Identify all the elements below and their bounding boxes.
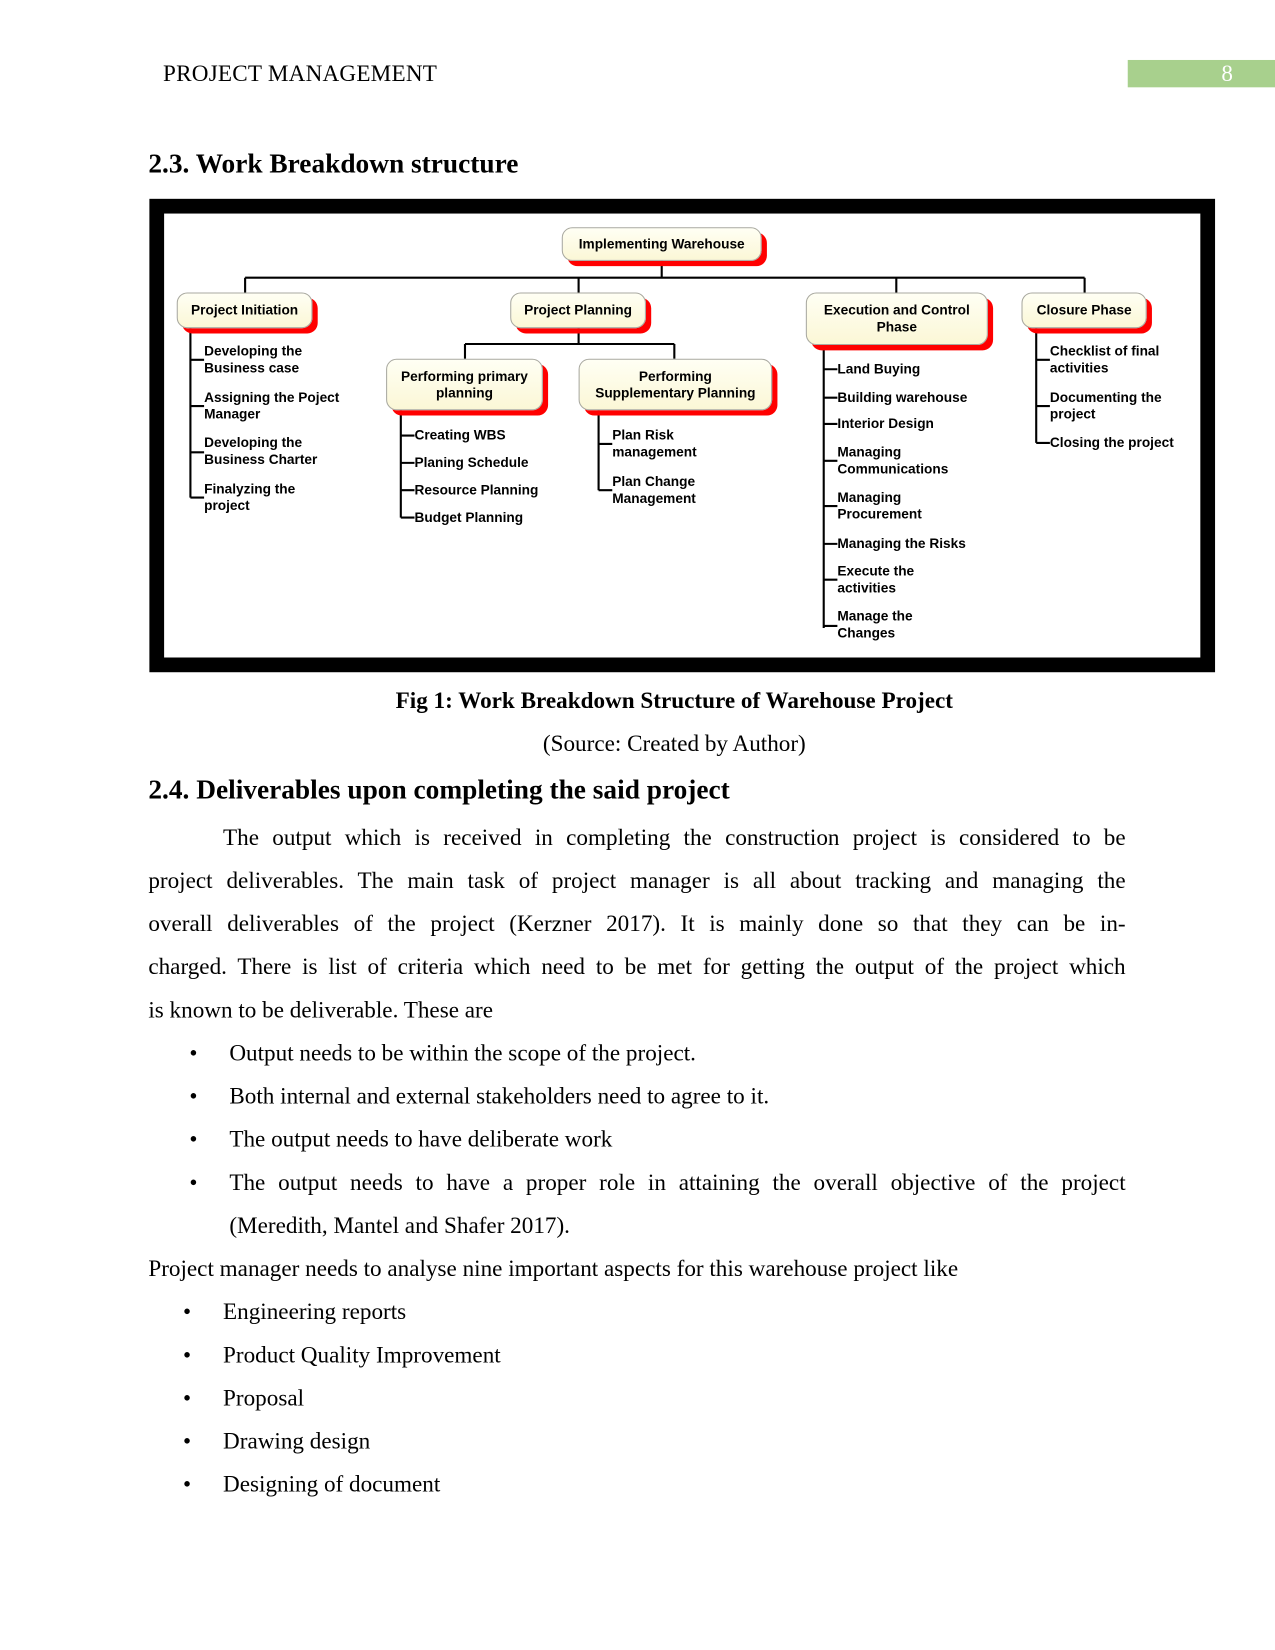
wbs-item: Creating WBS <box>414 427 506 443</box>
bullet-icon: • <box>189 1039 198 1066</box>
wbs-item: Building warehouse <box>837 389 968 406</box>
wbs-item: Budget Planning <box>414 509 524 525</box>
phase-box-closure: Closure Phase <box>1021 292 1147 329</box>
phase-box-initiation: Project Initiation <box>176 292 313 329</box>
figure-caption: Fig 1: Work Breakdown Structure of Wareh… <box>395 686 954 714</box>
criteria-item: The output needs to have deliberate work <box>229 1125 613 1152</box>
wbs-item: Planing Schedule <box>414 454 529 471</box>
bullet-icon: • <box>183 1298 192 1325</box>
wbs-item: Assigning the Poject Manager <box>204 389 340 422</box>
wbs-item: Finalyzing the project <box>204 480 296 514</box>
criteria-item-continuation: (Meredith, Mantel and Shafer 2017). <box>229 1211 570 1239</box>
paragraph-line: overall deliverables of the project (Ker… <box>148 909 1126 937</box>
aspect-item: Engineering reports <box>223 1298 407 1325</box>
subphase-box-primary: Performing primary planning <box>386 358 543 411</box>
wbs-item: Plan Change Management <box>612 473 696 507</box>
subphase-box-supplementary: Performing Supplementary Planning <box>578 358 773 411</box>
figure-source: (Source: Created by Author) <box>542 730 806 757</box>
criteria-item: Both internal and external stakeholders … <box>229 1082 770 1109</box>
aspects-intro: Project manager needs to analyse nine im… <box>148 1255 959 1282</box>
paragraph-line: The output which is received in completi… <box>223 823 1126 851</box>
supplementary-tree <box>597 410 613 492</box>
bullet-icon: • <box>189 1168 198 1196</box>
phase-box-execution: Execution and Control Phase <box>805 292 988 346</box>
bullet-icon: • <box>189 1082 198 1109</box>
aspect-item: Drawing design <box>223 1427 371 1454</box>
wbs-item: Documenting the project <box>1049 389 1162 422</box>
bullet-icon: • <box>183 1341 192 1368</box>
execution-tree <box>822 345 838 629</box>
aspect-item: Product Quality Improvement <box>223 1341 501 1368</box>
bullet-icon: • <box>183 1470 192 1497</box>
wbs-item: Land Buying <box>837 360 921 377</box>
wbs-item: Manage the Changes <box>837 608 913 641</box>
wbs-item: Interior Design <box>837 415 934 432</box>
bullet-icon: • <box>183 1384 192 1411</box>
wbs-item: Managing Procurement <box>837 489 922 522</box>
initiation-tree <box>189 328 205 499</box>
phase-box-planning: Project Planning <box>510 292 646 329</box>
aspect-item: Designing of document <box>223 1470 441 1497</box>
wbs-item: Checklist of final activities <box>1049 342 1160 376</box>
wbs-item: Resource Planning <box>414 481 539 498</box>
root-connector <box>244 260 1086 293</box>
paragraph-line: project deliverables. The main task of p… <box>148 866 1126 894</box>
paragraph-line: is known to be deliverable. These are <box>148 996 494 1023</box>
paragraph-line: charged. There is list of criteria which… <box>148 953 1126 980</box>
wbs-item: Developing the Business Charter <box>204 434 318 468</box>
wbs-item: Execute the activities <box>837 562 915 596</box>
wbs-item: Plan Risk management <box>612 427 697 460</box>
wbs-item: Managing Communications <box>837 443 949 477</box>
wbs-item: Developing the Business case <box>204 342 303 376</box>
primary-tree <box>399 410 415 519</box>
wbs-item: Closing the project <box>1049 434 1174 451</box>
planning-connector <box>463 328 676 359</box>
bullet-icon: • <box>183 1427 192 1454</box>
section-heading-2-4: 2.4. Deliverables upon completing the sa… <box>148 774 730 805</box>
document-page: PROJECT MANAGEMENT 8 2.3. Work Breakdown… <box>0 0 1275 1650</box>
bullet-icon: • <box>189 1125 198 1152</box>
closure-tree <box>1035 328 1050 444</box>
criteria-item: The output needs to have a proper role i… <box>229 1168 1126 1196</box>
wbs-root-box: Implementing Warehouse <box>561 227 762 261</box>
criteria-item: Output needs to be within the scope of t… <box>229 1039 696 1066</box>
wbs-item: Managing the Risks <box>837 535 966 552</box>
aspect-item: Proposal <box>223 1384 305 1411</box>
